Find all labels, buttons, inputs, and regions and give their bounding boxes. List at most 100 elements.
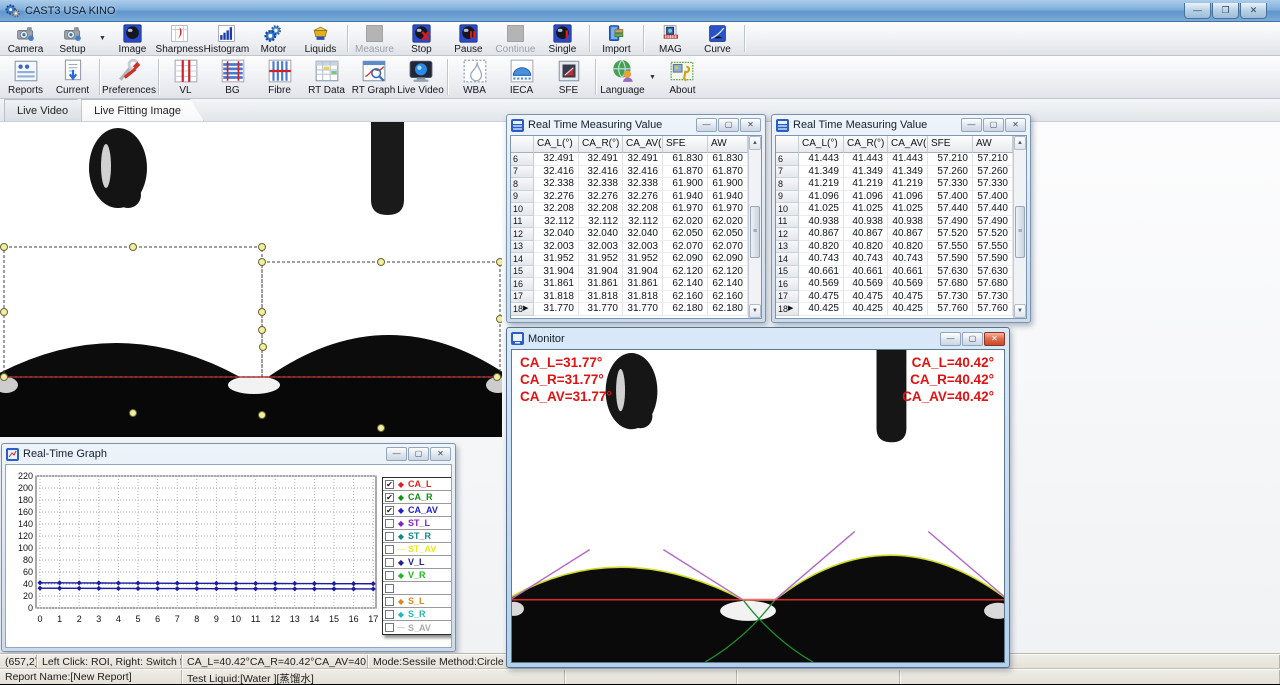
monitor-window[interactable]: Monitor —▢✕ [506,327,1010,668]
legend-item-ca-r[interactable]: ✔◆CA_R [383,491,452,504]
table-row[interactable]: 1032.20832.20832.20861.97061.970 [511,203,748,216]
child-close-button[interactable]: ✕ [740,118,761,132]
column-header-ca-av-[interactable]: CA_AV(°) [888,136,928,153]
table-row[interactable]: 1431.95231.95231.95262.09062.090 [511,253,748,266]
legend-checkbox[interactable]: ✔ [385,506,394,515]
legend-checkbox[interactable] [385,610,394,619]
table-row[interactable]: 941.09641.09641.09657.40057.400 [776,191,1013,204]
legend-item-ca-l[interactable]: ✔◆CA_L [383,478,452,491]
toolbar-button-reports[interactable]: Reports [2,57,49,97]
toolbar-button-wba[interactable]: WBA [451,57,498,97]
toolbar-button-import[interactable]: Import [593,23,640,54]
child-maximize-button[interactable]: ▢ [408,447,429,461]
dropdown-arrow-icon[interactable]: ▼ [646,74,659,81]
legend-checkbox[interactable]: ✔ [385,493,394,502]
column-header-ca-r-[interactable]: CA_R(°) [579,136,623,153]
child-minimize-button[interactable]: — [961,118,982,132]
legend-checkbox[interactable] [385,558,394,567]
table-row[interactable]: 1531.90431.90431.90462.12062.120 [511,266,748,279]
toolbar-button-curve[interactable]: Curve [694,23,741,54]
table-row[interactable]: 1640.56940.56940.56957.68057.680 [776,278,1013,291]
toolbar-button-camera[interactable]: Camera [2,23,49,54]
table-row[interactable]: 1232.04032.04032.04062.05062.050 [511,228,748,241]
toolbar-button-fibre[interactable]: Fibre [256,57,303,97]
legend-item-s-l[interactable]: ◆S_L [383,595,452,608]
column-header-ca-l-[interactable]: CA_L(°) [534,136,579,153]
column-header-ca-l-[interactable]: CA_L(°) [799,136,844,153]
rt-measuring-window-left[interactable]: Real Time Measuring Value —▢✕ CA_L(°)CA_… [506,114,766,323]
live-fitting-image-view[interactable] [0,122,502,437]
table-row[interactable]: 1540.66140.66140.66157.63057.630 [776,266,1013,279]
child-minimize-button[interactable]: — [696,118,717,132]
child-minimize-button[interactable]: — [386,447,407,461]
toolbar-button-liquids[interactable]: Liquids [297,23,344,54]
table-row[interactable]: 732.41632.41632.41661.87061.870 [511,166,748,179]
legend-checkbox[interactable] [385,597,394,606]
toolbar-button-preferences[interactable]: Preferences [103,57,155,97]
toolbar-button-single[interactable]: Single [539,23,586,54]
table-row[interactable]: 1140.93840.93840.93857.49057.490 [776,216,1013,229]
table-row[interactable]: 1631.86131.86131.86162.14062.140 [511,278,748,291]
close-button[interactable]: ✕ [1240,3,1267,19]
column-header-aw[interactable]: AW [708,136,748,153]
legend-checkbox[interactable] [385,623,394,632]
table-row[interactable]: 632.49132.49132.49161.83061.830 [511,153,748,166]
toolbar-button-mag[interactable]: MAG [647,23,694,54]
child-titlebar[interactable]: Real Time Measuring Value —▢✕ [772,115,1030,135]
toolbar-button-continue[interactable]: Continue [492,23,539,54]
child-titlebar[interactable]: Real-Time Graph —▢✕ [2,444,455,464]
toolbar-button-stop[interactable]: Stop [398,23,445,54]
child-close-button[interactable]: ✕ [430,447,451,461]
toolbar-button-motor[interactable]: Motor [250,23,297,54]
scroll-track[interactable]: ≡ [1014,150,1026,304]
legend-item-st-av[interactable]: —ST_AV [383,543,452,556]
table-row[interactable]: 641.44341.44341.44357.21057.210 [776,153,1013,166]
toolbar-button-setup[interactable]: Setup [49,23,96,54]
table-scrollbar[interactable]: ▲≡▼ [1013,136,1026,318]
scroll-thumb[interactable]: ≡ [750,206,760,258]
table-row[interactable]: 741.34941.34941.34957.26057.260 [776,166,1013,179]
scroll-down-arrow[interactable]: ▼ [749,304,761,318]
scroll-track[interactable]: ≡ [749,150,761,304]
legend-item-ca-av[interactable]: ✔◆CA_AV [383,504,452,517]
legend-item-s-av[interactable]: —S_AV [383,621,452,634]
toolbar-button-sharpness[interactable]: Sharpness [156,23,203,54]
legend-checkbox[interactable]: ✔ [385,480,394,489]
child-titlebar[interactable]: Real Time Measuring Value —▢✕ [507,115,765,135]
table-row[interactable]: 1240.86740.86740.86757.52057.520 [776,228,1013,241]
minimize-button[interactable]: — [1184,3,1211,19]
child-minimize-button[interactable]: — [940,332,961,346]
legend-item-st-l[interactable]: ◆ST_L [383,517,452,530]
scroll-thumb[interactable]: ≡ [1015,206,1025,258]
table-row[interactable]: 841.21941.21941.21957.33057.330 [776,178,1013,191]
restore-button[interactable]: ❐ [1212,3,1239,19]
column-header-sfe[interactable]: SFE [928,136,973,153]
tab-live-fitting-image[interactable]: Live Fitting Image [81,99,204,121]
legend-checkbox[interactable] [385,584,394,593]
legend-checkbox[interactable] [385,519,394,528]
table-row[interactable]: 1440.74340.74340.74357.59057.590 [776,253,1013,266]
tab-live-video[interactable]: Live Video [4,99,91,121]
table-row[interactable]: 1132.11232.11232.11262.02062.020 [511,216,748,229]
legend-checkbox[interactable] [385,532,394,541]
table-row[interactable]: 1041.02541.02541.02557.44057.440 [776,203,1013,216]
toolbar-button-current[interactable]: Current [49,57,96,97]
column-header-sfe[interactable]: SFE [663,136,708,153]
table-row[interactable]: 18▶40.42540.42540.42557.76057.760 [776,303,1013,316]
column-header-aw[interactable]: AW [973,136,1013,153]
legend-item-v-l[interactable]: ◆V_L [383,556,452,569]
toolbar-button-sfe[interactable]: SFE [545,57,592,97]
table-row[interactable]: 1332.00332.00332.00362.07062.070 [511,241,748,254]
table-row[interactable]: 1740.47540.47540.47557.73057.730 [776,291,1013,304]
toolbar-button-live-video[interactable]: Live Video [397,57,444,97]
table-row[interactable]: 932.27632.27632.27661.94061.940 [511,191,748,204]
toolbar-button-measure[interactable]: Measure [351,23,398,54]
toolbar-button-rt-data[interactable]: RT Data [303,57,350,97]
table-row[interactable]: 1340.82040.82040.82057.55057.550 [776,241,1013,254]
child-maximize-button[interactable]: ▢ [718,118,739,132]
legend-item-v-r[interactable]: ◆V_R [383,569,452,582]
table-row[interactable]: 18▶31.77031.77031.77062.18062.180 [511,303,748,316]
toolbar-button-about[interactable]: About [659,57,706,97]
toolbar-button-vl[interactable]: VL [162,57,209,97]
table-row[interactable]: 1731.81831.81831.81862.16062.160 [511,291,748,304]
